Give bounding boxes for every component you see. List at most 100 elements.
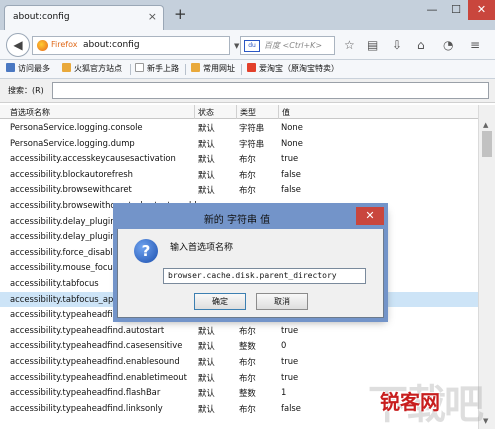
pref-type: 布尔 — [239, 325, 256, 336]
pref-type: 布尔 — [239, 169, 256, 180]
pref-value: false — [281, 168, 301, 179]
column-header-type[interactable]: 类型 — [240, 107, 256, 118]
pref-name: accessibility.typeaheadfind.enabletimeou… — [10, 371, 187, 382]
url-text[interactable]: about:config — [83, 40, 140, 50]
preference-name-input[interactable]: browser.cache.disk.parent_directory — [163, 268, 366, 284]
search-input[interactable] — [52, 82, 489, 99]
pref-value: None — [281, 137, 303, 148]
navigation-toolbar: ◀ Firefox about:config ▼ du 百度 <Ctrl+K> … — [0, 30, 495, 60]
column-separator — [194, 105, 195, 119]
pref-name: accessibility.accesskeycausesactivation — [10, 153, 176, 164]
pref-status: 默认 — [198, 388, 215, 399]
pref-status: 默认 — [198, 341, 215, 352]
scroll-down-icon[interactable]: ▼ — [483, 417, 488, 425]
new-tab-button[interactable]: + — [174, 6, 187, 22]
ok-button[interactable]: 确定 — [194, 293, 246, 310]
question-icon: ? — [134, 239, 158, 263]
bookmark-label: 火狐官方站点 — [74, 64, 122, 73]
bookmark-firefox-site[interactable]: 火狐官方站点 — [62, 63, 122, 74]
url-bar[interactable]: Firefox about:config — [32, 36, 230, 55]
firefox-icon — [37, 40, 48, 51]
pref-name: PersonaService.logging.console — [10, 122, 143, 132]
table-row[interactable]: accessibility.accesskeycausesactivation 默… — [0, 151, 478, 167]
table-row[interactable]: accessibility.blockautorefresh 默认 布尔 false — [0, 167, 478, 183]
bookmark-ai-taobao[interactable]: 爱淘宝（原淘宝特卖） — [247, 63, 339, 74]
pref-value: true — [281, 153, 299, 164]
bookmark-list-icon[interactable]: ▤ — [367, 38, 378, 52]
pref-value: None — [281, 122, 303, 132]
search-label: 搜索：(R) — [8, 86, 44, 95]
folder-icon — [62, 63, 71, 72]
table-row[interactable]: accessibility.typeaheadfind.autostart 默认 布… — [0, 323, 478, 339]
table-row[interactable]: accessibility.typeaheadfind.enablesound 默… — [0, 354, 478, 370]
close-window-button[interactable]: ✕ — [468, 0, 495, 20]
tab-title: about:config — [13, 12, 70, 22]
menu-icon[interactable]: ≡ — [470, 38, 480, 52]
home-icon[interactable]: ⌂ — [417, 38, 425, 52]
url-dropdown-icon[interactable]: ▼ — [234, 42, 239, 50]
pref-value: true — [281, 324, 299, 335]
pref-name: accessibility.blockautorefresh — [10, 168, 133, 179]
page-icon — [135, 63, 144, 72]
search-placeholder: 百度 <Ctrl+K> — [264, 41, 323, 50]
pref-name: accessibility.typeaheadfind.autostart — [10, 324, 165, 335]
pref-status: 默认 — [198, 403, 215, 414]
pref-type: 字符串 — [239, 123, 265, 133]
pref-name: accessibility.typeaheadfind.flashBar — [10, 387, 161, 398]
url-brand-label: Firefox — [51, 40, 78, 49]
maximize-button[interactable]: ☐ — [444, 0, 468, 20]
pref-name: accessibility.typeaheadfind.enablesound — [10, 355, 180, 366]
table-row[interactable]: accessibility.typeaheadfind.casesensitiv… — [0, 338, 478, 354]
table-row[interactable]: accessibility.typeaheadfind.enabletimeou… — [0, 370, 478, 386]
column-header-name[interactable]: 首选项名称 — [10, 107, 50, 118]
pref-status: 默认 — [198, 138, 215, 149]
tab-close-icon[interactable]: × — [148, 10, 157, 23]
bookmark-separator — [185, 64, 186, 75]
pref-status: 默认 — [198, 356, 215, 367]
minimize-button[interactable]: — — [420, 0, 444, 20]
pref-status: 默认 — [198, 169, 215, 180]
cancel-button[interactable]: 取消 — [256, 293, 308, 310]
pref-name: accessibility.typeaheadfind.linksonly — [10, 402, 163, 413]
chat-icon[interactable]: ◔ — [443, 38, 453, 52]
pref-value: 0 — [281, 340, 287, 351]
download-icon[interactable]: ⇩ — [392, 38, 402, 52]
column-header-status[interactable]: 状态 — [198, 107, 214, 118]
search-bar[interactable]: du 百度 <Ctrl+K> — [240, 36, 335, 55]
new-string-value-dialog: 新的 字符串 值 ✕ ? 输入首选项名称 browser.cache.disk.… — [117, 207, 384, 318]
bookmark-separator — [241, 64, 242, 75]
bookmark-separator — [130, 64, 131, 75]
bookmark-label: 爱淘宝（原淘宝特卖） — [259, 64, 339, 73]
pref-name: accessibility.browsewithcaret — [10, 184, 132, 195]
pref-value: true — [281, 371, 299, 382]
back-button[interactable]: ◀ — [6, 33, 30, 57]
folder-icon — [191, 63, 200, 72]
bookmark-common-sites[interactable]: 常用网址 — [191, 63, 235, 74]
pref-value: true — [281, 355, 299, 366]
pref-status: 默认 — [198, 372, 215, 383]
scroll-up-icon[interactable]: ▲ — [483, 121, 488, 129]
pref-type: 布尔 — [239, 372, 256, 383]
dialog-title: 新的 字符串 值 — [203, 215, 271, 226]
table-row[interactable]: accessibility.typeaheadfind.linksonly 默认 布… — [0, 401, 478, 417]
pref-value: 1 — [281, 387, 287, 398]
bookmark-label: 新手上路 — [147, 64, 179, 73]
scrollbar-thumb[interactable] — [482, 131, 492, 157]
tab-about-config[interactable]: about:config × — [4, 5, 164, 30]
baidu-icon[interactable]: du — [244, 40, 260, 52]
bookmark-label: 常用网址 — [203, 64, 235, 73]
table-row[interactable]: accessibility.browsewithcaret 默认 布尔 false — [0, 182, 478, 198]
pref-status: 默认 — [198, 185, 215, 196]
table-row[interactable]: PersonaService.logging.dump 默认 字符串 None — [0, 136, 478, 152]
pref-type: 布尔 — [239, 403, 256, 414]
bookmark-icon — [6, 63, 15, 72]
pref-status: 默认 — [198, 154, 215, 165]
dialog-close-button[interactable]: ✕ — [356, 207, 384, 225]
table-row[interactable]: accessibility.typeaheadfind.flashBar 默认 整数… — [0, 385, 478, 401]
bookmark-getting-started[interactable]: 新手上路 — [135, 63, 179, 74]
bookmark-most-visited[interactable]: 访问最多 — [6, 63, 50, 74]
vertical-scrollbar[interactable]: ▲ ▼ — [478, 105, 495, 429]
column-header-value[interactable]: 值 — [282, 107, 290, 118]
star-icon[interactable]: ☆ — [344, 38, 355, 52]
table-row[interactable]: PersonaService.logging.console 默认 字符串 None — [0, 120, 478, 136]
